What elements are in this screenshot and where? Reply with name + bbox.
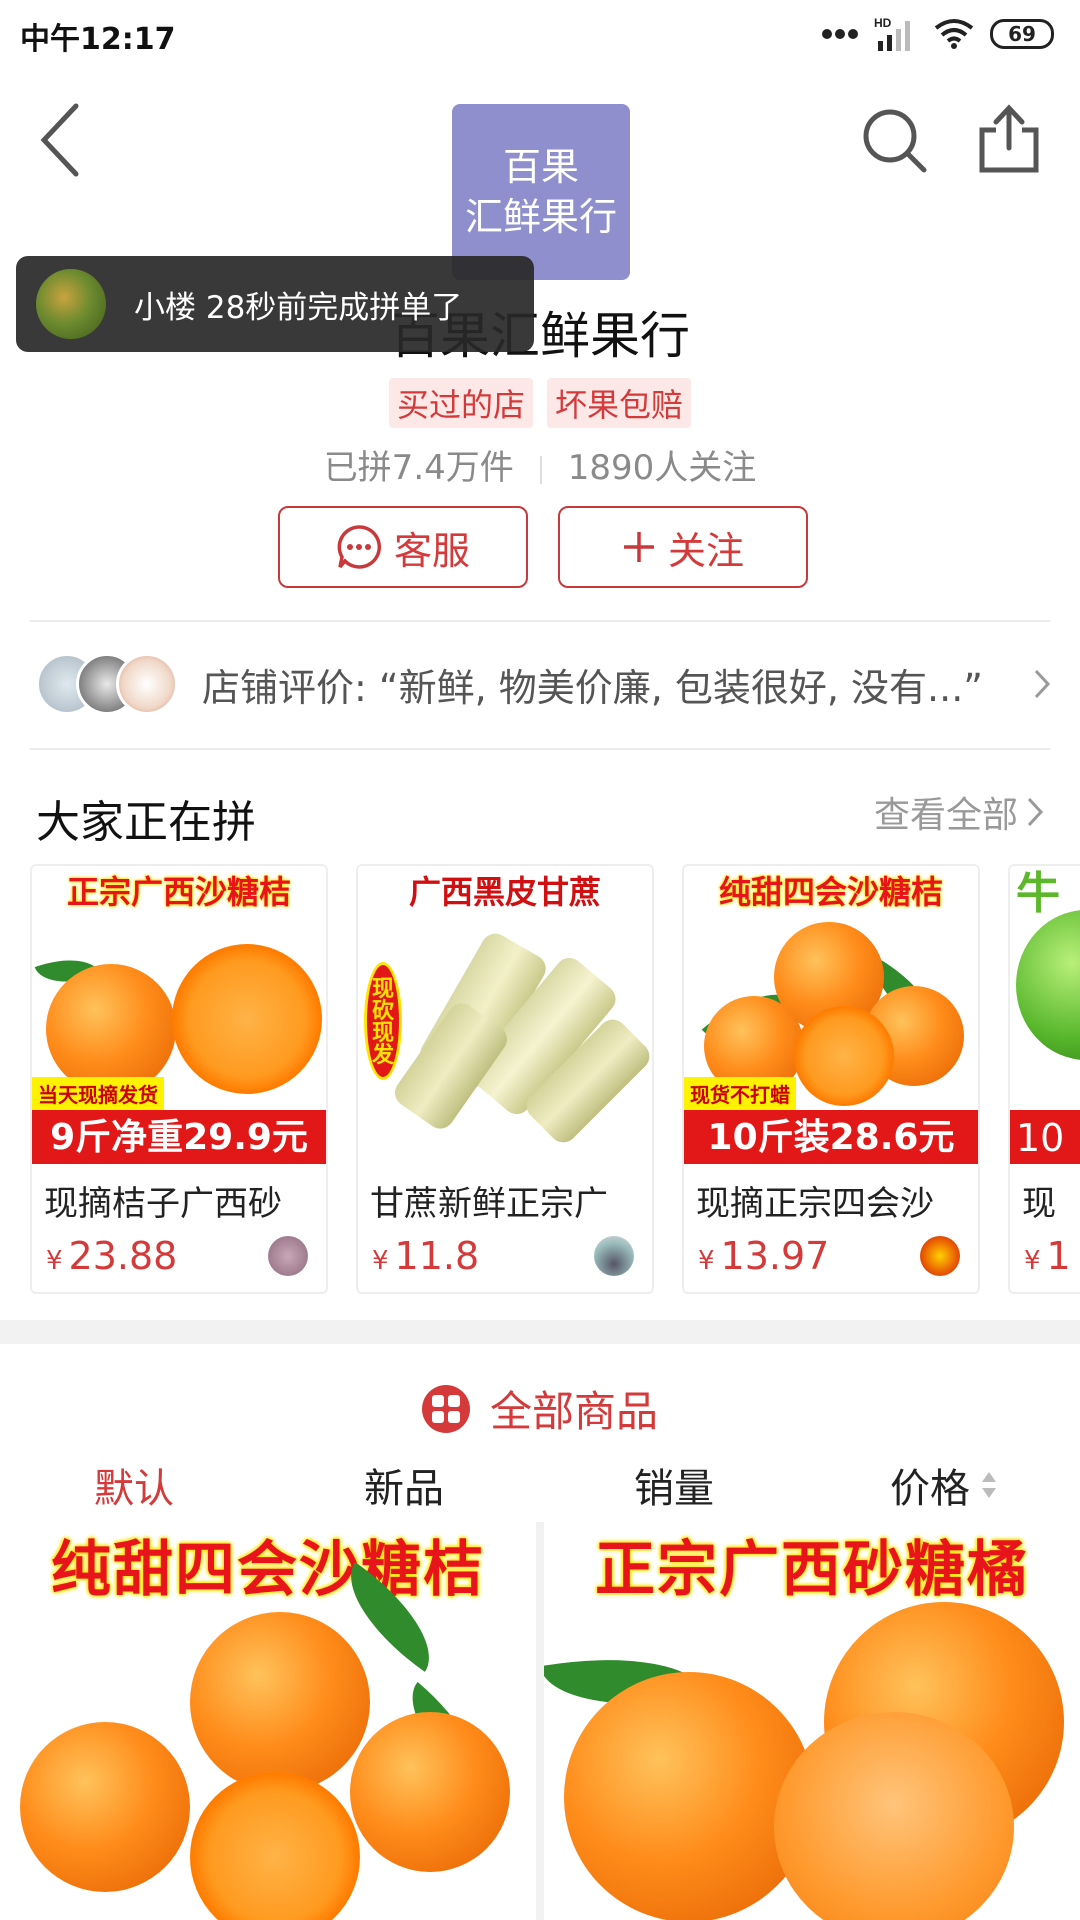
- product-card[interactable]: 纯甜四会沙糖桔 现货不打蜡 10斤装28.6元 现摘正宗四会沙 ¥13.97: [682, 864, 980, 1294]
- status-time: 中午12:17: [20, 22, 176, 57]
- tab-default[interactable]: 默认: [94, 1456, 174, 1514]
- product-tile-banner: 正宗广西砂糖橘: [595, 1535, 1029, 1605]
- network-label: HD: [874, 17, 892, 30]
- toast-text: 小楼 28秒前完成拼单了: [134, 289, 463, 326]
- image-sub-label: 现货不打蜡: [684, 1077, 796, 1110]
- product-tile[interactable]: 纯甜四会沙糖桔: [0, 1522, 536, 1920]
- store-tags: 买过的店 坏果包赔: [0, 378, 1080, 428]
- signal-icon: HD: [874, 17, 910, 51]
- price-value: 11.8: [394, 1234, 480, 1278]
- group-buy-toast: 小楼 28秒前完成拼单了: [16, 256, 534, 352]
- product-card[interactable]: 广西黑皮甘蔗 现砍现发 甘蔗新鲜正宗广 ¥11.8: [356, 864, 654, 1294]
- stats-divider: [539, 455, 542, 484]
- follow-label: 关注: [667, 528, 744, 573]
- logo-line-1: 百果: [502, 145, 579, 189]
- divider: [30, 748, 1050, 750]
- product-image: 正宗广西沙糖桔 当天现摘发货 9斤净重29.9元: [32, 866, 326, 1164]
- tab-price-label: 价格: [890, 1466, 970, 1512]
- price-value: 23.88: [68, 1234, 178, 1278]
- plus-icon: [623, 532, 654, 562]
- store-logo: 百果 汇鲜果行: [452, 104, 630, 280]
- customer-service-button[interactable]: 客服: [278, 506, 528, 588]
- sold-count: 已拼7.4万件: [323, 448, 514, 488]
- share-icon[interactable]: [976, 104, 1042, 176]
- product-price: ¥1: [1024, 1234, 1071, 1278]
- currency-symbol: ¥: [1024, 1246, 1041, 1276]
- currency-symbol: ¥: [372, 1246, 389, 1276]
- tab-price[interactable]: 价格: [890, 1456, 998, 1514]
- image-banner: 广西黑皮甘蔗: [408, 873, 601, 911]
- follower-count: 1890人关注: [567, 448, 757, 488]
- product-title: 现摘正宗四会沙: [696, 1184, 934, 1224]
- avatar: [116, 653, 178, 715]
- product-image: 牛 10: [1010, 866, 1080, 1164]
- chevron-right-icon: [1027, 797, 1044, 827]
- currency-symbol: ¥: [46, 1246, 63, 1276]
- battery-indicator: 69: [990, 19, 1054, 49]
- tab-sales[interactable]: 销量: [634, 1456, 714, 1514]
- view-all-link[interactable]: 查看全部: [874, 786, 1044, 838]
- chevron-right-icon: [1034, 669, 1051, 699]
- image-banner: 纯甜四会沙糖桔: [718, 873, 943, 911]
- product-card[interactable]: 正宗广西沙糖桔 当天现摘发货 9斤净重29.9元 现摘桔子广西砂 ¥23.88: [30, 864, 328, 1294]
- chat-bubble-icon: [337, 525, 382, 569]
- avatar: [36, 269, 106, 339]
- tile-gap: [536, 1522, 544, 1920]
- store-stats: 已拼7.4万件 1890人关注: [0, 440, 1080, 489]
- sort-arrows-icon: [982, 1472, 996, 1498]
- image-banner: 正宗广西沙糖桔: [66, 873, 291, 911]
- price-value: 13.97: [720, 1234, 830, 1278]
- service-label: 客服: [393, 528, 470, 573]
- product-tile-banner: 纯甜四会沙糖桔: [51, 1535, 485, 1605]
- all-products-title: 全部商品: [489, 1387, 658, 1436]
- section-divider: [0, 1320, 1080, 1344]
- image-promo: 10斤装28.6元: [684, 1110, 978, 1164]
- wifi-icon: [934, 19, 974, 49]
- tab-new[interactable]: 新品: [364, 1456, 444, 1514]
- search-icon[interactable]: [860, 106, 930, 176]
- follow-button[interactable]: 关注: [558, 506, 808, 588]
- product-price: ¥13.97: [698, 1234, 829, 1278]
- logo-line-2: 汇鲜果行: [464, 195, 617, 239]
- product-title: 现: [1022, 1184, 1056, 1224]
- product-price: ¥11.8: [372, 1234, 479, 1278]
- all-products-header: 全部商品: [0, 1378, 1080, 1439]
- currency-symbol: ¥: [698, 1246, 715, 1276]
- status-icons: HD 69: [822, 16, 1054, 52]
- buyer-avatar: [594, 1236, 634, 1276]
- buyer-avatar: [920, 1236, 960, 1276]
- store-review-row[interactable]: 店铺评价: “新鲜, 物美价廉, 包装很好, 没有...”: [36, 648, 1052, 720]
- price-value: 1: [1046, 1234, 1071, 1278]
- image-sub-label: 当天现摘发货: [32, 1077, 164, 1110]
- product-title: 甘蔗新鲜正宗广: [370, 1184, 608, 1224]
- product-card[interactable]: 牛 10 现 ¥1: [1008, 864, 1080, 1294]
- image-promo: 9斤净重29.9元: [32, 1110, 326, 1164]
- more-dots-icon: [822, 29, 858, 39]
- product-price: ¥23.88: [46, 1234, 177, 1278]
- product-image: 广西黑皮甘蔗 现砍现发: [358, 866, 652, 1164]
- buyer-avatar: [268, 1236, 308, 1276]
- tag-bought-before: 买过的店: [388, 378, 533, 428]
- image-promo: 10: [1010, 1110, 1080, 1164]
- back-arrow-icon[interactable]: [36, 100, 86, 180]
- review-text: 店铺评价: “新鲜, 物美价廉, 包装很好, 没有...”: [202, 665, 983, 710]
- tag-bad-fruit-refund: 坏果包赔: [547, 378, 692, 428]
- product-image: 纯甜四会沙糖桔 现货不打蜡 10斤装28.6元: [684, 866, 978, 1164]
- product-tile[interactable]: 正宗广西砂糖橘: [544, 1522, 1080, 1920]
- divider: [30, 620, 1050, 622]
- image-banner: 牛: [1016, 868, 1060, 919]
- view-all-label: 查看全部: [873, 795, 1018, 836]
- product-title: 现摘桔子广西砂: [44, 1184, 282, 1224]
- grid-icon: [421, 1384, 470, 1433]
- section-title: 大家正在拼: [36, 797, 256, 848]
- image-sub-label: 现砍现发: [364, 962, 402, 1080]
